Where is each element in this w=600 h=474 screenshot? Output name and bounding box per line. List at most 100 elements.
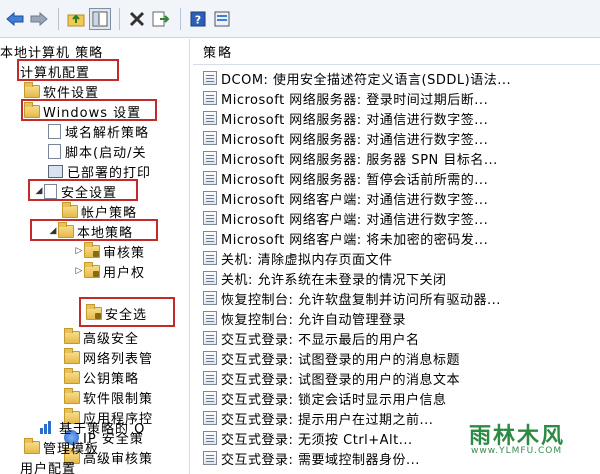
highlight-box — [28, 179, 138, 201]
policy-row-label: 关机: 清除虚拟内存页面文件 — [221, 252, 393, 268]
policy-setting-icon — [203, 291, 217, 305]
policy-row-label: 交互式登录: 锁定会话时显示用户信息 — [221, 392, 447, 408]
tree-item-label: 软件限制策 — [83, 391, 154, 407]
policy-row[interactable]: Microsoft 网络服务器: 服务器 SPN 目标名... — [203, 148, 498, 168]
tree-item-label: 用户权 — [103, 265, 146, 281]
bar-chart-icon — [40, 420, 55, 434]
policy-setting-icon — [203, 111, 217, 125]
policy-row-label: 交互式登录: 无须按 Ctrl+Alt... — [221, 432, 413, 448]
column-header-policy[interactable]: 策略 — [193, 39, 600, 65]
toolbar-separator — [180, 7, 181, 30]
folder-icon — [24, 437, 40, 454]
back-arrow-icon[interactable] — [4, 8, 26, 30]
policy-row-label: 交互式登录: 试图登录的用户的消息标题 — [221, 352, 461, 368]
tree-item-label: 网络列表管 — [83, 351, 154, 367]
tree-item-scripts[interactable]: 脚本(启动/关 — [48, 141, 146, 161]
policy-row-label: Microsoft 网络服务器: 对通信进行数字签... — [221, 112, 489, 128]
policy-setting-icon — [203, 351, 217, 365]
tree-item-label: 基于策略的 Q — [59, 421, 146, 437]
folder-icon — [62, 201, 78, 218]
policy-row-label: 恢复控制台: 允许自动管理登录 — [221, 312, 407, 328]
tree-item-admin-templates[interactable]: 管理模板 — [24, 437, 99, 457]
folder-lock-icon — [84, 261, 100, 278]
policy-setting-icon — [203, 191, 217, 205]
policy-setting-icon — [203, 371, 217, 385]
policy-row[interactable]: Microsoft 网络客户端: 对通信进行数字签... — [203, 188, 488, 208]
policy-row-label: Microsoft 网络客户端: 对通信进行数字签... — [221, 212, 489, 228]
policy-setting-icon — [203, 71, 217, 85]
policy-row-label: DCOM: 使用安全描述符定义语言(SDDL)语法... — [221, 72, 512, 88]
policy-row-label: Microsoft 网络服务器: 暂停会话前所需的... — [221, 172, 489, 188]
tree-item-label: 帐户策略 — [81, 205, 138, 221]
policy-setting-icon — [203, 331, 217, 345]
policy-row[interactable]: Microsoft 网络服务器: 对通信进行数字签... — [203, 108, 488, 128]
policy-setting-icon — [203, 91, 217, 105]
tree-item-label: 本地计算机 策略 — [0, 45, 104, 61]
policy-row[interactable]: DCOM: 使用安全描述符定义语言(SDDL)语法... — [203, 68, 511, 88]
policy-row[interactable]: Microsoft 网络客户端: 对通信进行数字签... — [203, 208, 488, 228]
highlight-box — [21, 99, 157, 121]
console-icon[interactable] — [211, 8, 233, 30]
tree-item-label: 软件设置 — [43, 85, 100, 101]
policy-row[interactable]: 关机: 允许系统在未登录的情况下关闭 — [203, 268, 447, 288]
policy-row-label: 关机: 允许系统在未登录的情况下关闭 — [221, 272, 447, 288]
highlight-box — [17, 59, 119, 81]
tree-item-user-config[interactable]: 用户配置 — [20, 457, 76, 474]
policy-setting-icon — [203, 151, 217, 165]
up-folder-icon[interactable] — [65, 8, 87, 30]
toolbar-separator — [119, 7, 120, 30]
collapse-arrow-icon[interactable]: ▷ — [74, 246, 84, 256]
watermark-url: www.YLMFU.COM — [471, 446, 563, 456]
policy-row[interactable]: Microsoft 网络客户端: 将未加密的密码发... — [203, 228, 488, 248]
policy-row-label: Microsoft 网络服务器: 对通信进行数字签... — [221, 132, 489, 148]
tree-item-name-resolution[interactable]: 域名解析策略 — [48, 121, 149, 141]
policy-row-label: 交互式登录: 试图登录的用户的消息文本 — [221, 372, 461, 388]
policy-row[interactable]: 交互式登录: 提示用户在过期之前... — [203, 408, 433, 428]
policy-row[interactable]: Microsoft 网络服务器: 对通信进行数字签... — [203, 128, 488, 148]
help-icon[interactable]: ? — [187, 8, 209, 30]
policy-row[interactable]: 交互式登录: 不显示最后的用户名 — [203, 328, 420, 348]
policy-row[interactable]: 交互式登录: 需要域控制器身份... — [203, 448, 420, 468]
console-tree: 本地计算机 策略 计算机配置 软件设置 Windows 设置 域名解析策略 脚本… — [0, 39, 190, 474]
policy-row[interactable]: 关机: 清除虚拟内存页面文件 — [203, 248, 393, 268]
tree-item-user-rights[interactable]: ▷ 用户权 — [74, 261, 145, 281]
svg-text:?: ? — [195, 13, 201, 26]
policy-row[interactable]: 交互式登录: 锁定会话时显示用户信息 — [203, 388, 447, 408]
delete-x-icon[interactable] — [126, 8, 148, 30]
policy-setting-icon — [203, 271, 217, 285]
policy-row[interactable]: Microsoft 网络服务器: 暂停会话前所需的... — [203, 168, 488, 188]
folder-icon — [64, 367, 80, 384]
policy-row[interactable]: 交互式登录: 试图登录的用户的消息标题 — [203, 348, 460, 368]
policy-row-label: 恢复控制台: 允许软盘复制并访问所有驱动器... — [221, 292, 501, 308]
tree-item-advanced-security[interactable]: 高级安全 — [64, 327, 139, 347]
policy-row[interactable]: 恢复控制台: 允许软盘复制并访问所有驱动器... — [203, 288, 501, 308]
policy-row[interactable]: 恢复控制台: 允许自动管理登录 — [203, 308, 406, 328]
policy-row[interactable]: 交互式登录: 无须按 Ctrl+Alt... — [203, 428, 413, 448]
forward-arrow-icon[interactable] — [28, 8, 50, 30]
tree-item-software-restriction[interactable]: 软件限制策 — [64, 387, 153, 407]
collapse-arrow-icon[interactable]: ▷ — [74, 266, 84, 276]
policy-row[interactable]: 交互式登录: 试图登录的用户的消息文本 — [203, 368, 460, 388]
tree-item-software-settings[interactable]: 软件设置 — [24, 81, 99, 101]
export-list-icon[interactable] — [150, 8, 172, 30]
tree-item-label: 管理模板 — [43, 441, 100, 457]
folder-icon — [64, 347, 80, 364]
policy-setting-icon — [203, 431, 217, 445]
policy-row-label: 交互式登录: 需要域控制器身份... — [221, 452, 420, 468]
folder-lock-icon — [84, 241, 100, 258]
tree-item-audit-policy[interactable]: ▷ 审核策 — [74, 241, 145, 261]
tree-item-root[interactable]: 本地计算机 策略 — [0, 41, 103, 61]
column-header-label: 策略 — [203, 46, 234, 61]
tree-item-label: 公钥策略 — [83, 371, 140, 387]
printer-icon — [48, 164, 63, 178]
tree-item-label: 已部署的打印 — [67, 165, 152, 181]
policy-row-label: 交互式登录: 提示用户在过期之前... — [221, 412, 434, 428]
policy-setting-icon — [203, 311, 217, 325]
tree-item-network-list[interactable]: 网络列表管 — [64, 347, 153, 367]
show-hide-tree-icon[interactable] — [89, 7, 111, 30]
tree-item-account-policies[interactable]: 帐户策略 — [62, 201, 137, 221]
tree-item-deployed-printers[interactable]: 已部署的打印 — [48, 161, 151, 181]
tree-item-public-key[interactable]: 公钥策略 — [64, 367, 139, 387]
policy-row[interactable]: Microsoft 网络服务器: 登录时间过期后断... — [203, 88, 488, 108]
tree-item-qos[interactable]: 基于策略的 Q — [40, 417, 145, 437]
